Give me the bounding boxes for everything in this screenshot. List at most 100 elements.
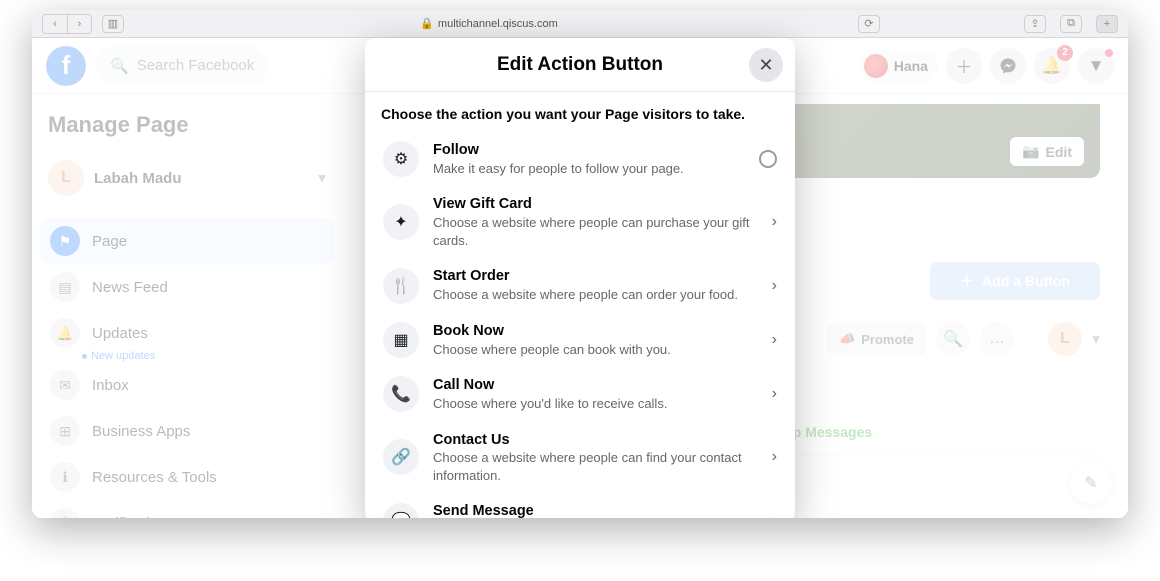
action-option-call-now[interactable]: 📞 Call NowChoose where you'd like to rece…: [381, 367, 779, 421]
messenger-button[interactable]: [990, 48, 1026, 84]
sidebar-item-notifications[interactable]: 🔔 Notifications: [40, 500, 334, 518]
create-button[interactable]: ＋: [946, 48, 982, 84]
search-page-button[interactable]: 🔍: [936, 322, 970, 356]
option-title: Call Now: [433, 376, 758, 395]
apps-icon: ⊞: [50, 416, 80, 446]
sidebar-item-label: Resources & Tools: [92, 469, 217, 486]
url-text: multichannel.qiscus.com: [438, 18, 558, 30]
sidebar-item-news-feed[interactable]: ▤News Feed: [40, 264, 334, 310]
close-button[interactable]: ✕: [749, 48, 783, 82]
sidebar-toggle[interactable]: ▥: [102, 15, 124, 33]
option-desc: Choose a website where people can order …: [433, 286, 758, 304]
option-title: View Gift Card: [433, 195, 758, 214]
avatar: [864, 54, 888, 78]
modal-title: Edit Action Button: [497, 54, 663, 76]
flag-icon: ⚑: [50, 226, 80, 256]
edit-label: Edit: [1046, 144, 1072, 160]
profile-switch[interactable]: L: [1048, 322, 1082, 356]
action-option-send-message[interactable]: 💬Send MessageReceive messages in your Pa…: [381, 493, 779, 518]
address-bar[interactable]: 🔒 multichannel.qiscus.com: [420, 17, 558, 30]
option-title: Start Order: [433, 267, 758, 286]
messenger-icon: [999, 57, 1017, 75]
modal-subtitle: Choose the action you want your Page vis…: [381, 106, 779, 122]
promote-pill-label: Promote: [861, 332, 914, 347]
sidebar-item-label: Updates: [92, 325, 148, 342]
sidebar-item-label: Business Apps: [92, 423, 190, 440]
bell-icon: 🔔: [50, 508, 80, 518]
nav-arrows: ‹ ›: [42, 14, 92, 34]
reload-button[interactable]: ⟳: [858, 15, 880, 33]
chevron-right-icon: ›: [772, 448, 777, 466]
more-button[interactable]: …: [980, 322, 1014, 356]
search-placeholder: Search Facebook: [137, 57, 255, 74]
left-sidebar: Manage Page L Labah Madu ▾ ⚑ Page ▤News Fe…: [32, 94, 342, 518]
megaphone-icon: 📣: [839, 331, 855, 347]
bell-icon: 🔔: [50, 318, 80, 348]
radio-icon: [759, 150, 777, 168]
action-option-contact-us[interactable]: 🔗 Contact UsChoose a website where people…: [381, 422, 779, 494]
add-button-label: Add a Button: [982, 273, 1070, 289]
search-icon: 🔍: [110, 57, 129, 75]
info-icon: ℹ: [50, 462, 80, 492]
action-option-start-order[interactable]: 🍴 Start OrderChoose a website where peopl…: [381, 258, 779, 312]
add-button[interactable]: ＋ Add a Button: [930, 262, 1100, 300]
notif-button[interactable]: 🔔 2: [1034, 48, 1070, 84]
option-title: Contact Us: [433, 431, 758, 450]
msg-icon: 💬: [383, 503, 419, 518]
link-icon: 🔗: [383, 439, 419, 475]
option-title: Send Message: [433, 502, 758, 518]
chevron-down-icon: ▾: [318, 168, 326, 188]
edit-cover-button[interactable]: 📷 Edit: [1010, 137, 1084, 166]
sidebar-item-page[interactable]: ⚑ Page: [40, 218, 334, 264]
sidebar-item-business-apps[interactable]: ⊞ Business Apps: [40, 408, 334, 454]
notif-badge: 2: [1057, 45, 1073, 61]
user-name: Hana: [894, 58, 928, 74]
chevron-right-icon: ›: [772, 385, 777, 403]
new-tab-button[interactable]: +: [1096, 15, 1118, 33]
chevron-right-icon: ›: [772, 331, 777, 349]
action-option-view-gift-card[interactable]: ✦ View Gift CardChoose a website where pe…: [381, 186, 779, 258]
chevron-right-icon: ›: [772, 213, 777, 231]
forward-button[interactable]: ›: [67, 15, 91, 33]
sidebar-item-resources-&-tools[interactable]: ℹ Resources & Tools: [40, 454, 334, 500]
option-desc: Choose a website where people can purcha…: [433, 214, 758, 249]
share-button[interactable]: ⇪: [1024, 15, 1046, 33]
promote-pill[interactable]: 📣 Promote: [827, 323, 926, 355]
gift-icon: ✦: [383, 204, 419, 240]
chevron-right-icon: ›: [772, 277, 777, 295]
action-option-book-now[interactable]: ▦Book NowChoose where people can book wi…: [381, 313, 779, 367]
page-name: Labah Madu: [94, 170, 308, 187]
option-desc: Choose where you'd like to receive calls…: [433, 395, 758, 413]
sidebar-item-label: Inbox: [92, 377, 129, 394]
option-desc: Choose a website where people can find y…: [433, 449, 758, 484]
compose-fab[interactable]: ✎: [1070, 462, 1112, 504]
phone-icon: 📞: [383, 376, 419, 412]
page-title: Manage Page: [40, 108, 334, 152]
option-desc: Choose where people can book with you.: [433, 341, 758, 359]
tabs-button[interactable]: ⧉: [1060, 15, 1082, 33]
page-switcher[interactable]: L Labah Madu ▾: [40, 152, 334, 204]
sidebar-item-label: News Feed: [92, 279, 168, 296]
page-avatar: L: [48, 160, 84, 196]
user-chip[interactable]: Hana: [860, 50, 938, 82]
chevron-right-icon: ›: [772, 512, 777, 518]
sidebar-sublabel: New updates: [82, 350, 334, 362]
option-title: Follow: [433, 141, 745, 160]
account-menu-button[interactable]: ▼: [1078, 48, 1114, 84]
edit-action-button-modal: Edit Action Button ✕ Choose the action y…: [365, 38, 795, 518]
search-input[interactable]: 🔍 Search Facebook: [96, 46, 268, 86]
gear-icon: ⚙: [383, 141, 419, 177]
option-desc: Make it easy for people to follow your p…: [433, 160, 745, 178]
browser-toolbar: ‹ › ▥ 🔒 multichannel.qiscus.com ⟳ ⇪ ⧉ +: [32, 10, 1128, 38]
facebook-logo[interactable]: f: [46, 46, 86, 86]
close-icon: ✕: [758, 55, 773, 76]
sidebar-item-inbox[interactable]: ✉Inbox: [40, 362, 334, 408]
sidebar-item-label: Notifications: [92, 515, 174, 519]
sidebar-item-label: Page: [92, 233, 127, 250]
action-option-follow[interactable]: ⚙ FollowMake it easy for people to follow…: [381, 132, 779, 186]
food-icon: 🍴: [383, 268, 419, 304]
camera-icon: 📷: [1022, 143, 1039, 160]
cal-icon: ▦: [383, 322, 419, 358]
plus-icon: ＋: [960, 271, 974, 291]
back-button[interactable]: ‹: [43, 15, 67, 33]
